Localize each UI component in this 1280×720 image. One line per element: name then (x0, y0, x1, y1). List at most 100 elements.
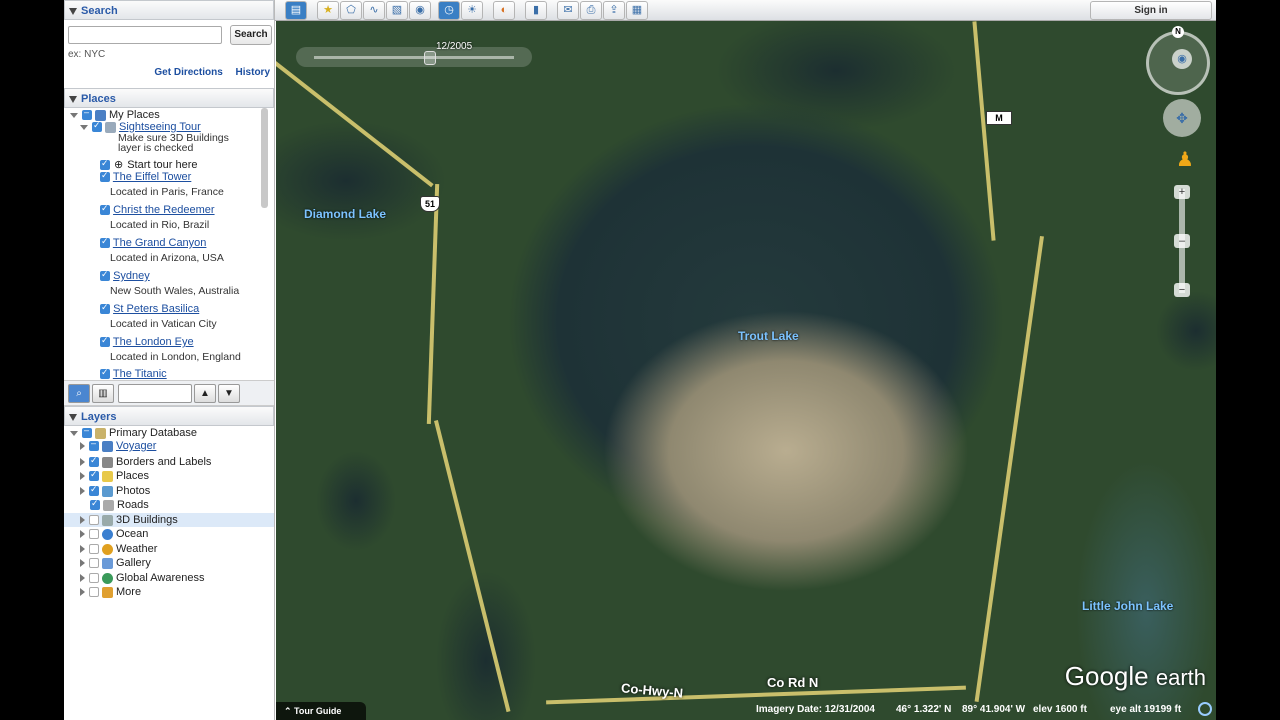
layer-row[interactable]: Weather (80, 543, 157, 555)
zoom-in-icon[interactable]: + (1174, 185, 1190, 199)
checkbox[interactable] (89, 529, 99, 540)
layer-row[interactable]: Roads (90, 498, 149, 511)
collapse-triangle-icon[interactable] (69, 7, 77, 15)
panel-toggle-icon[interactable]: ▥ (92, 384, 114, 403)
place-item[interactable]: The London Eye (100, 335, 194, 348)
sidebar-toggle-icon[interactable]: ▤ (285, 1, 307, 20)
add-polygon-icon[interactable]: ⬠ (340, 1, 362, 20)
layer-row[interactable]: Borders and Labels (80, 455, 211, 468)
layer-row[interactable]: 3D Buildings (80, 514, 178, 526)
places-panel-header[interactable]: Places (64, 88, 274, 108)
places-scrollbar[interactable] (261, 108, 268, 208)
add-placemark-icon[interactable]: ★ (317, 1, 339, 20)
checkbox[interactable] (100, 335, 110, 348)
layer-row[interactable]: Places (80, 469, 149, 482)
sunlight-icon[interactable]: ☀ (461, 1, 483, 20)
historical-imagery-icon[interactable]: ◷ (438, 1, 460, 20)
place-item[interactable]: The Titanic (100, 367, 167, 380)
add-path-icon[interactable]: ∿ (363, 1, 385, 20)
checkbox[interactable] (89, 515, 99, 526)
expand-triangle-icon[interactable] (70, 430, 78, 436)
planets-icon[interactable]: ◐ (493, 1, 515, 20)
pan-hand-icon[interactable]: ✥ (1163, 99, 1201, 137)
zoom-handle[interactable]: – (1174, 234, 1190, 248)
search-places-icon[interactable]: ⌕ (68, 384, 90, 403)
slider-knob[interactable] (424, 51, 436, 65)
place-item[interactable]: Sydney (100, 269, 150, 282)
sign-in-button[interactable]: Sign in (1090, 1, 1212, 20)
tour-guide-button[interactable]: ⌃ Tour Guide (276, 702, 366, 720)
primary-database-row[interactable]: Primary Database (70, 425, 197, 439)
expand-triangle-icon[interactable] (80, 516, 85, 525)
checkbox[interactable] (100, 170, 110, 183)
start-tour-row[interactable]: ⊕Start tour here (100, 158, 198, 171)
place-item[interactable]: The Eiffel Tower (100, 170, 191, 183)
slider-track[interactable] (314, 56, 514, 59)
checkbox[interactable] (89, 438, 99, 452)
diamond-lake-label[interactable]: Diamond Lake (304, 207, 386, 221)
place-link[interactable]: The Grand Canyon (113, 237, 207, 249)
checkbox[interactable] (89, 484, 99, 497)
expand-triangle-icon[interactable] (80, 487, 85, 496)
expand-triangle-icon[interactable] (80, 530, 85, 539)
place-item[interactable]: The Grand Canyon (100, 236, 207, 249)
layers-panel-header[interactable]: Layers (64, 406, 274, 426)
layer-row[interactable]: More (80, 586, 141, 598)
place-link[interactable]: The London Eye (113, 336, 194, 348)
expand-triangle-icon[interactable] (70, 112, 78, 118)
add-overlay-icon[interactable]: ▧ (386, 1, 408, 20)
checkbox[interactable] (89, 573, 99, 584)
checkbox[interactable] (89, 469, 99, 482)
layer-row[interactable]: Gallery (80, 557, 151, 569)
ruler-icon[interactable]: ▮ (525, 1, 547, 20)
zoom-out-icon[interactable]: − (1174, 283, 1190, 297)
historical-imagery-slider[interactable]: 12/2005 (296, 41, 532, 67)
layer-row[interactable]: Voyager (80, 438, 156, 452)
checkbox[interactable] (82, 425, 92, 439)
my-places-row[interactable]: My Places (70, 107, 160, 121)
north-indicator[interactable]: N (1172, 26, 1184, 38)
print-icon[interactable]: ⎙ (580, 1, 602, 20)
checkbox[interactable] (89, 544, 99, 555)
save-image-icon[interactable]: ⇪ (603, 1, 625, 20)
search-button[interactable]: Search (230, 25, 272, 45)
trout-lake-label[interactable]: Trout Lake (738, 329, 799, 343)
checkbox[interactable] (82, 107, 92, 121)
checkbox[interactable] (100, 236, 110, 249)
checkbox[interactable] (100, 203, 110, 216)
collapse-triangle-icon[interactable] (69, 95, 77, 103)
expand-triangle-icon[interactable] (80, 124, 88, 130)
expand-triangle-icon[interactable] (80, 458, 85, 467)
look-around-eye-icon[interactable]: ◉ (1172, 49, 1192, 69)
place-link[interactable]: St Peters Basilica (113, 303, 199, 315)
checkbox[interactable] (90, 498, 100, 511)
expand-triangle-icon[interactable] (80, 574, 85, 583)
expand-triangle-icon[interactable] (80, 559, 85, 568)
checkbox[interactable] (100, 302, 110, 315)
expand-triangle-icon[interactable] (80, 545, 85, 554)
layer-label[interactable]: Voyager (116, 440, 156, 452)
expand-triangle-icon[interactable] (80, 472, 85, 481)
little-john-lake-label[interactable]: Little John Lake (1082, 599, 1173, 613)
places-filter-input[interactable] (118, 384, 192, 403)
checkbox[interactable] (100, 158, 110, 171)
place-link[interactable]: Christ the Redeemer (113, 204, 215, 216)
checkbox[interactable] (89, 587, 99, 598)
collapse-triangle-icon[interactable] (69, 413, 77, 421)
map-view[interactable]: 51 M Diamond Lake Trout Lake Little John… (276, 21, 1216, 720)
place-item[interactable]: St Peters Basilica (100, 302, 199, 315)
email-icon[interactable]: ✉ (557, 1, 579, 20)
checkbox[interactable] (92, 120, 102, 133)
layer-row[interactable]: Ocean (80, 528, 148, 540)
get-directions-link[interactable]: Get Directions (154, 67, 222, 78)
move-down-icon[interactable]: ▼ (218, 384, 240, 403)
record-tour-icon[interactable]: ◉ (409, 1, 431, 20)
place-link[interactable]: The Eiffel Tower (113, 171, 191, 183)
layer-row[interactable]: Photos (80, 484, 150, 497)
checkbox[interactable] (100, 367, 110, 380)
history-link[interactable]: History (236, 67, 270, 78)
layer-row[interactable]: Global Awareness (80, 572, 204, 584)
checkbox[interactable] (89, 455, 99, 468)
place-link[interactable]: The Titanic (113, 368, 167, 380)
search-panel-header[interactable]: Search (64, 0, 274, 20)
